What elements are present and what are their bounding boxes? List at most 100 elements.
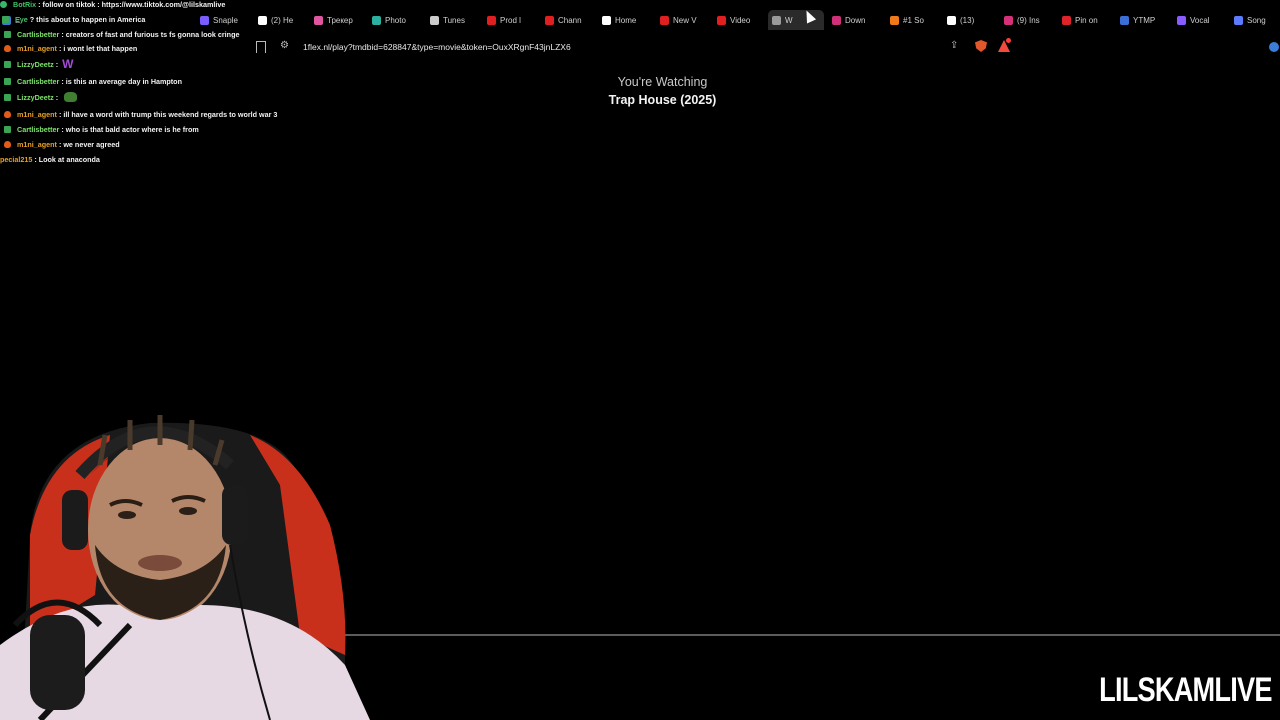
mod-badge-icon <box>4 125 11 133</box>
channel-watermark: LILSKAMLIVE <box>1099 671 1272 709</box>
fire-badge-icon <box>4 110 11 118</box>
tab-7[interactable]: Chann <box>545 10 587 30</box>
chat-message: Cartlisbetter : creators of fast and fur… <box>4 28 239 40</box>
chat-text: ? this about to happen in America <box>29 14 146 24</box>
tab-label: YTMP <box>1133 15 1156 25</box>
chat-message: m1ni_agent : we never agreed <box>4 138 120 150</box>
chat-message: Cartlisbetter : who is that bald actor w… <box>4 123 199 135</box>
download-icon <box>832 15 841 25</box>
snaple-icon <box>200 15 209 25</box>
tab-3[interactable]: Трекер <box>314 10 356 30</box>
w-emote: W <box>62 57 74 71</box>
chat-username: m1ni_agent <box>17 109 57 119</box>
tab-6[interactable]: Prod l <box>487 10 529 30</box>
youtube-icon <box>717 15 726 25</box>
webcam-image <box>0 415 370 720</box>
tab-2[interactable]: (2) He <box>258 10 298 30</box>
tab-14[interactable]: (13) <box>947 10 989 30</box>
chat-username: BotRix <box>13 0 37 9</box>
watching-label: You're Watching <box>617 75 708 89</box>
chat-text: : who is that bald actor where is he fro… <box>61 124 199 134</box>
tab-label: Vocal <box>1190 15 1210 25</box>
youtube-icon <box>487 15 496 25</box>
chat-text: : i wont let that happen <box>58 43 138 53</box>
photo-icon <box>372 15 381 25</box>
chat-username: Cartlisbetter <box>17 124 60 134</box>
mod-badge-icon <box>4 60 11 68</box>
tab-18[interactable]: Vocal <box>1177 10 1219 30</box>
tab-8[interactable]: Home <box>602 10 644 30</box>
tab-label: Down <box>845 15 866 25</box>
tab-4[interactable]: Photo <box>372 10 414 30</box>
tab-label: New V <box>673 15 697 25</box>
ytmp-icon <box>1120 15 1129 25</box>
tab-label: Song <box>1247 15 1266 25</box>
chat-username: Eye <box>15 14 28 24</box>
tab-label: Tunes <box>443 15 465 25</box>
tab-label: Prod l <box>500 15 521 25</box>
chat-text: : we never agreed <box>58 139 120 149</box>
fire-badge-icon <box>4 140 11 148</box>
chat-message: m1ni_agent : i wont let that happen <box>4 42 137 54</box>
webcam-feed <box>0 395 390 720</box>
mod-badge-icon <box>4 30 11 38</box>
chat-username: pecial215 <box>0 154 33 164</box>
chat-username: m1ni_agent <box>17 139 57 149</box>
chat-username: LizzyDeetz <box>17 59 54 69</box>
tab-label: Video <box>730 15 751 25</box>
chat-text: : creators of fast and furious ts fs gon… <box>61 29 240 39</box>
tab-17[interactable]: YTMP <box>1120 10 1162 30</box>
fire-badge-icon <box>4 44 11 52</box>
x-icon <box>602 15 611 25</box>
chat-message: pecial215 : Look at anaconda <box>0 153 100 165</box>
chat-username: Cartlisbetter <box>17 29 60 39</box>
tab-5[interactable]: Tunes <box>430 10 472 30</box>
tab-label: #1 So <box>903 15 924 25</box>
tab-label: (13) <box>960 15 975 25</box>
bot-badge-icon <box>0 0 7 8</box>
notification-badge <box>1006 38 1011 43</box>
tab-19[interactable]: Song <box>1234 10 1278 30</box>
tab-10[interactable]: Video <box>717 10 759 30</box>
brave-shield-icon[interactable] <box>975 40 987 52</box>
profile-icon[interactable] <box>1269 42 1279 52</box>
bookmark-icon[interactable] <box>256 41 266 53</box>
vocal-icon <box>1177 15 1186 25</box>
now-watching-header: You're Watching Trap House (2025) <box>0 75 1280 107</box>
tunes-icon <box>430 15 439 25</box>
tab-12[interactable]: Down <box>832 10 874 30</box>
browser-tab-strip: E Snaple (2) He Трекер Photo Tunes Prod … <box>0 10 1280 30</box>
tab-label: (9) Ins <box>1017 15 1040 25</box>
chat-text: : follow on tiktok : https://www.tiktok.… <box>38 0 226 9</box>
tiktok-icon <box>947 15 956 25</box>
chat-message: Eye ? this about to happen in America <box>2 13 145 25</box>
tab-label: Snaple <box>213 15 238 25</box>
tab-15[interactable]: (9) Ins <box>1004 10 1048 30</box>
chat-text: : ill have a word with trump this weeken… <box>58 109 278 119</box>
tab-label: Chann <box>558 15 582 25</box>
chat-text: : Look at anaconda <box>34 154 100 164</box>
tab-label: (2) He <box>271 15 294 25</box>
address-bar[interactable]: ⚙ 1flex.nl/play?tmdbid=628847&type=movie… <box>250 38 1020 57</box>
share-icon[interactable]: ⇪ <box>950 40 958 51</box>
x-icon <box>258 15 267 25</box>
instagram-icon <box>1004 15 1013 25</box>
tab-11-active[interactable]: W <box>768 10 824 30</box>
chat-message: BotRix : follow on tiktok : https://www.… <box>0 0 225 10</box>
site-info-icon[interactable]: ⚙ <box>280 40 289 51</box>
player-progress-bar[interactable] <box>340 634 1280 636</box>
tab-1[interactable]: Snaple <box>200 10 244 30</box>
chat-text: : <box>55 59 59 69</box>
tab-16[interactable]: Pin on <box>1062 10 1104 30</box>
chat-message: m1ni_agent : ill have a word with trump … <box>4 108 277 120</box>
song-icon <box>1234 15 1243 25</box>
chat-message: LizzyDeetz : W <box>4 57 74 71</box>
cloud-icon <box>772 15 781 25</box>
tab-13[interactable]: #1 So <box>890 10 932 30</box>
tracker-icon <box>314 15 323 25</box>
tab-label: Трекер <box>327 15 353 25</box>
tab-9[interactable]: New V <box>660 10 702 30</box>
url-text[interactable]: 1flex.nl/play?tmdbid=628847&type=movie&t… <box>303 42 571 52</box>
tab-label: Photo <box>385 15 406 25</box>
youtube-icon <box>545 15 554 25</box>
